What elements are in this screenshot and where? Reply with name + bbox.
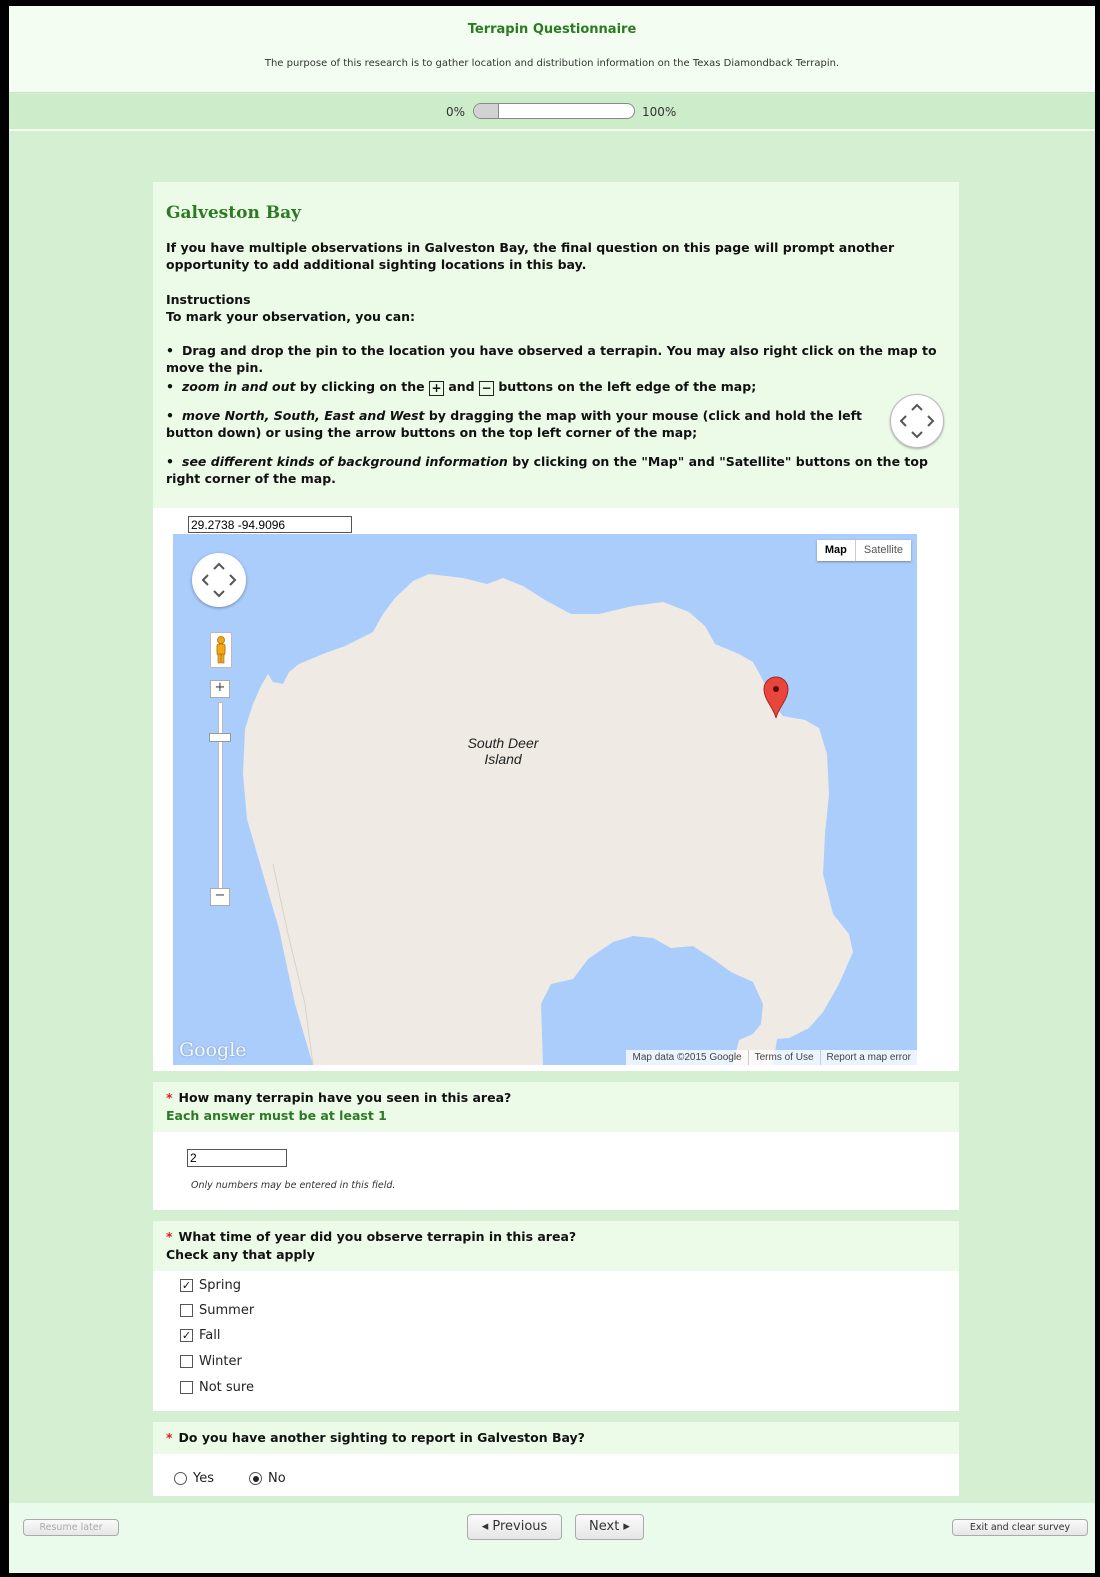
zoom-slider-handle[interactable] <box>209 733 231 742</box>
answer-no-label: No <box>268 1471 286 1486</box>
survey-page: Terrapin Questionnaire The purpose of th… <box>9 6 1095 1573</box>
required-marker: * <box>166 1090 173 1105</box>
survey-description: The purpose of this research is to gathe… <box>264 58 840 69</box>
instruction-zoom: • zoom in and out by clicking on the + an… <box>166 379 757 396</box>
next-button[interactable]: Next ▸ <box>575 1514 644 1540</box>
map-type-satellite-button[interactable]: Satellite <box>856 540 911 561</box>
radio-no[interactable] <box>249 1472 262 1485</box>
instruction-zoom-text-c: buttons on the left edge of the map; <box>494 379 757 394</box>
progress-min-label: 0% <box>446 105 466 119</box>
season-option-not-sure[interactable]: Not sure <box>180 1380 254 1395</box>
question-season: * What time of year did you observe terra… <box>153 1221 959 1411</box>
map-pan-control[interactable] <box>192 553 246 607</box>
place-label-line1: South Deer <box>467 735 539 751</box>
map-land-shapes <box>243 574 853 1065</box>
progress-max-label: 100% <box>642 105 677 119</box>
map-data-credit: Map data ©2015 Google <box>632 1052 742 1063</box>
checkbox[interactable] <box>180 1355 193 1368</box>
question-season-header: * What time of year did you observe terra… <box>153 1221 959 1271</box>
question-another-sighting-header: * Do you have another sighting to report … <box>153 1422 959 1454</box>
checkbox[interactable] <box>180 1304 193 1317</box>
instruction-zoom-em: zoom in and out <box>182 379 296 394</box>
pan-arrows-icon <box>201 562 237 598</box>
season-option-summer[interactable]: Summer <box>180 1303 254 1318</box>
zoom-in-button[interactable]: + <box>210 680 230 698</box>
map-question: Map Satellite <box>153 508 959 1071</box>
instruction-drag-pin: • Drag and drop the pin to the location y… <box>166 343 937 375</box>
instructions: Instructions To mark your observation, y… <box>166 291 946 325</box>
survey-title: Terrapin Questionnaire <box>467 22 637 37</box>
season-option-spring[interactable]: ✓ Spring <box>180 1278 241 1293</box>
instructions-lead: To mark your observation, you can: <box>166 309 416 324</box>
checkbox[interactable]: ✓ <box>180 1329 193 1342</box>
answer-yes[interactable]: Yes <box>174 1471 214 1486</box>
numbers-only-hint: Only numbers may be entered in this fiel… <box>191 1180 396 1191</box>
question-season-subtext: Check any that apply <box>166 1247 315 1262</box>
question-another-sighting-text: * Do you have another sighting to report … <box>166 1428 946 1447</box>
question-count-subtext: Each answer must be at least 1 <box>166 1108 387 1123</box>
season-option-label: Spring <box>199 1278 241 1293</box>
report-map-error-link[interactable]: Report a map error <box>819 1050 917 1065</box>
answer-yes-label: Yes <box>193 1471 214 1486</box>
question-another-sighting-label: Do you have another sighting to report i… <box>178 1430 585 1445</box>
question-another-sighting: * Do you have another sighting to report … <box>153 1422 959 1496</box>
required-marker: * <box>166 1229 173 1244</box>
instruction-map-type: • see different kinds of background infor… <box>166 454 928 486</box>
map-canvas[interactable]: Map Satellite + − South Deer Island Goog… <box>173 534 917 1065</box>
instruction-zoom-text-b: and <box>444 379 479 394</box>
checkbox[interactable]: ✓ <box>180 1279 193 1292</box>
progress-row: 0% 100% <box>9 94 1095 131</box>
map-type-control: Map Satellite <box>816 540 911 561</box>
question-count-header: * How many terrapin have you seen in this… <box>153 1082 959 1132</box>
season-option-label: Winter <box>199 1354 242 1369</box>
season-option-label: Not sure <box>199 1380 254 1395</box>
coordinates-field[interactable] <box>188 516 352 533</box>
map-attribution: Map data ©2015 Google Terms of Use Repor… <box>626 1050 917 1065</box>
section-intro-text: If you have multiple observations in Gal… <box>166 240 895 272</box>
location-pin-icon[interactable] <box>761 674 791 720</box>
section-title: Galveston Bay <box>166 203 301 223</box>
zoom-out-icon: − <box>479 381 494 396</box>
resume-later-button[interactable]: Resume later <box>23 1519 119 1536</box>
survey-header: Terrapin Questionnaire The purpose of th… <box>9 6 1095 93</box>
question-season-label: What time of year did you observe terrap… <box>178 1229 577 1244</box>
previous-button[interactable]: ◂ Previous <box>467 1514 562 1540</box>
terrapin-count-input[interactable] <box>187 1149 287 1167</box>
instruction-zoom-text-a: by clicking on the <box>295 379 429 394</box>
season-option-label: Fall <box>199 1328 221 1343</box>
zoom-slider-track[interactable] <box>218 702 223 894</box>
progress-bar <box>473 103 635 119</box>
google-logo: Google <box>179 1039 247 1061</box>
instruction-pan: • move North, South, East and West by dra… <box>166 408 863 440</box>
terms-of-use-link[interactable]: Terms of Use <box>747 1050 820 1065</box>
season-option-label: Summer <box>199 1303 255 1318</box>
season-option-fall[interactable]: ✓ Fall <box>180 1328 220 1343</box>
zoom-out-button[interactable]: − <box>210 888 230 906</box>
zoom-in-icon: + <box>429 381 444 396</box>
instruction-map-type-em: see different kinds of background inform… <box>182 454 508 469</box>
season-option-winter[interactable]: Winter <box>180 1354 242 1369</box>
place-label-line2: Island <box>484 751 522 767</box>
question-count-label: How many terrapin have you seen in this … <box>178 1090 512 1105</box>
radio-yes[interactable] <box>174 1472 187 1485</box>
pan-control-icon <box>890 394 944 448</box>
street-view-pegman-icon[interactable] <box>210 632 232 668</box>
section-intro: Galveston Bay If you have multiple obser… <box>153 182 959 508</box>
required-marker: * <box>166 1430 173 1445</box>
question-count: * How many terrapin have you seen in this… <box>153 1082 959 1210</box>
exit-clear-survey-button[interactable]: Exit and clear survey <box>952 1519 1088 1536</box>
instruction-drag-pin-text: Drag and drop the pin to the location yo… <box>166 343 937 375</box>
place-label: South Deer Island <box>453 735 553 767</box>
checkbox[interactable] <box>180 1381 193 1394</box>
answer-no[interactable]: No <box>249 1471 286 1486</box>
progress-fill <box>474 104 499 118</box>
question-season-text: * What time of year did you observe terra… <box>166 1227 946 1246</box>
instructions-heading: Instructions <box>166 292 251 307</box>
question-count-text: * How many terrapin have you seen in this… <box>166 1088 946 1107</box>
instruction-pan-em: move North, South, East and West <box>182 408 425 423</box>
map-type-map-button[interactable]: Map <box>817 540 856 561</box>
